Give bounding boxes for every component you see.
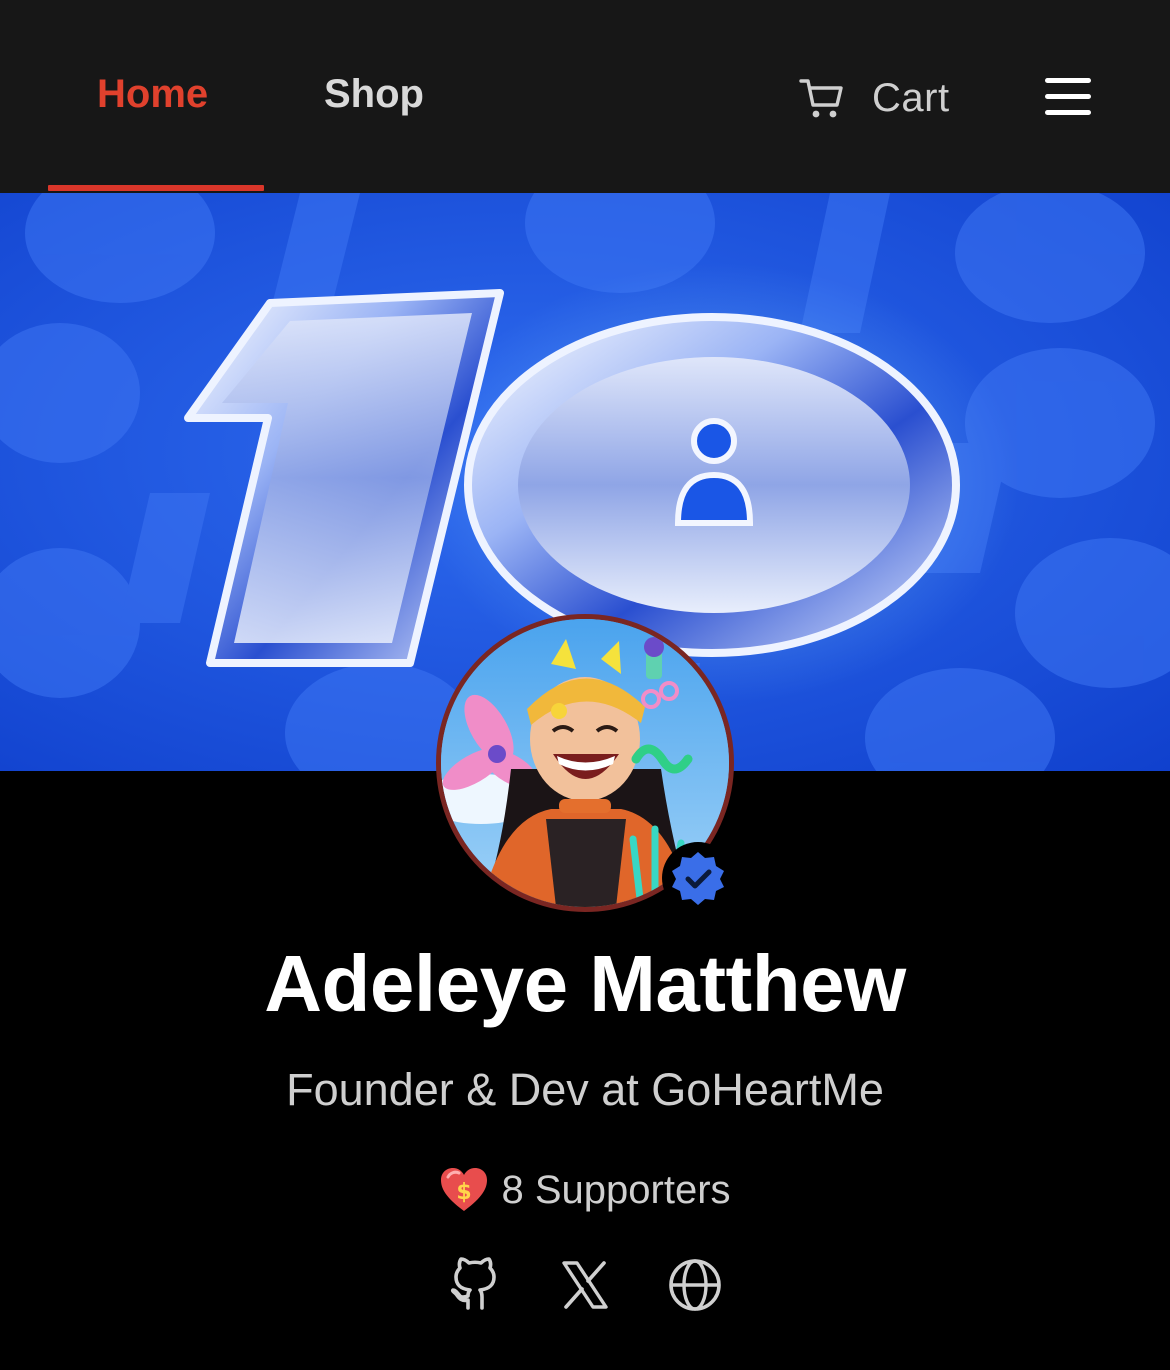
profile-tagline: Founder & Dev at GoHeartMe	[286, 1064, 884, 1115]
verified-badge	[662, 842, 734, 914]
cart-button[interactable]: Cart	[798, 68, 950, 128]
supporters-label: 8 Supporters	[501, 1167, 731, 1212]
globe-icon[interactable]	[666, 1256, 724, 1314]
verified-check-icon	[672, 852, 724, 905]
cart-label: Cart	[872, 75, 950, 120]
active-tab-indicator	[48, 185, 264, 191]
social-links	[0, 1256, 1170, 1314]
heart-dollar-icon: $	[441, 1168, 488, 1211]
profile-name: Adeleye Matthew	[264, 939, 906, 1028]
x-icon[interactable]	[556, 1256, 614, 1314]
cart-icon	[799, 79, 843, 118]
top-nav: Home Shop Cart	[0, 0, 1170, 193]
tab-shop[interactable]: Shop	[324, 72, 424, 117]
supporters-count[interactable]: $ 8 Supporters	[0, 1166, 1170, 1214]
hamburger-menu-icon[interactable]	[1042, 74, 1094, 120]
svg-text:$: $	[457, 1180, 472, 1205]
tab-home[interactable]: Home	[97, 72, 208, 117]
github-icon[interactable]	[446, 1256, 504, 1314]
